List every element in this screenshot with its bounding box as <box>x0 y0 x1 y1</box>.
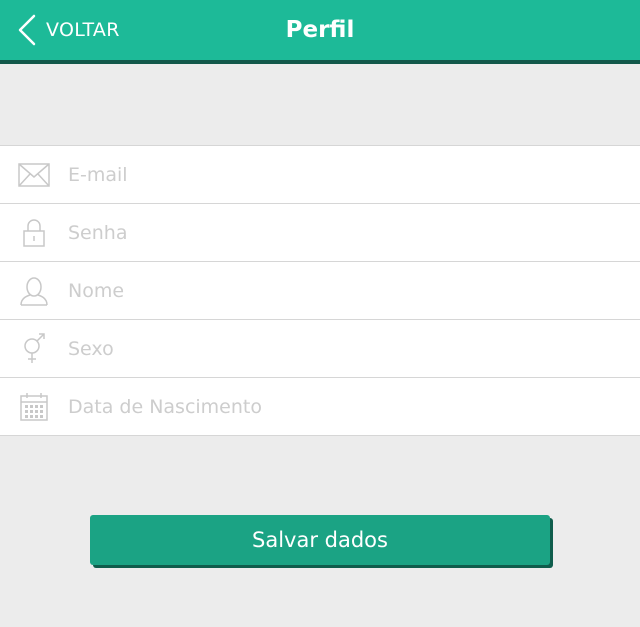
password-row <box>0 204 640 262</box>
page-title: Perfil <box>285 17 355 43</box>
name-field[interactable] <box>68 262 628 319</box>
gender-field[interactable] <box>68 320 628 377</box>
lock-icon <box>17 216 51 250</box>
gender-icon <box>17 332 51 366</box>
password-field[interactable] <box>68 204 628 261</box>
top-bar: VOLTAR Perfil <box>0 0 640 64</box>
save-button[interactable]: Salvar dados <box>90 515 550 565</box>
gender-row <box>0 320 640 378</box>
envelope-icon <box>17 158 51 192</box>
email-row <box>0 146 640 204</box>
birthdate-field[interactable] <box>68 378 628 435</box>
profile-form <box>0 145 640 436</box>
birthdate-row <box>0 378 640 436</box>
user-icon <box>17 274 51 308</box>
calendar-icon <box>17 390 51 424</box>
name-row <box>0 262 640 320</box>
email-field[interactable] <box>68 146 628 203</box>
